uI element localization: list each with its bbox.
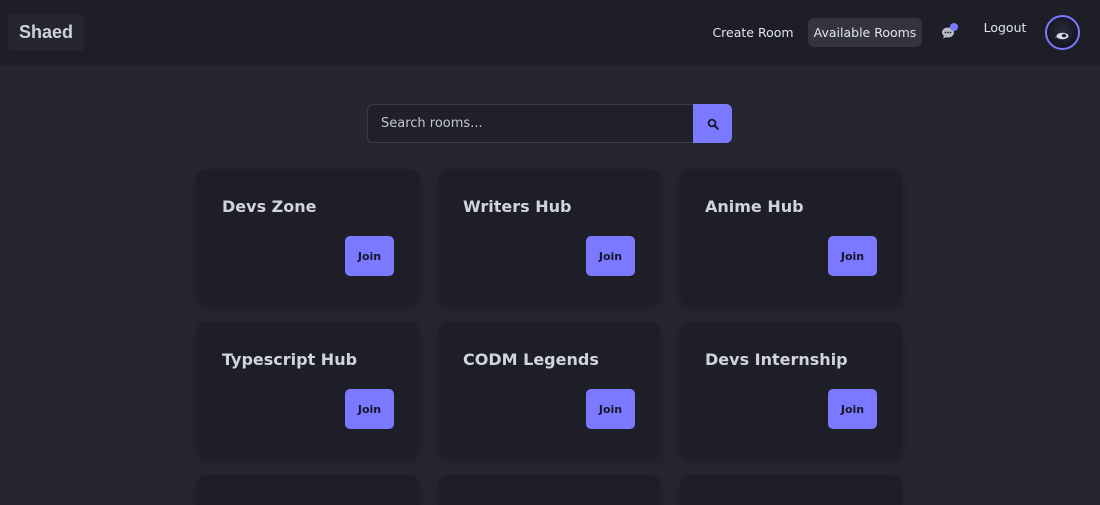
room-name: Anime Hub [705, 197, 804, 216]
room-name: Writers Hub [463, 197, 572, 216]
room-card: Typescript Hub Join [197, 322, 419, 457]
join-button[interactable]: Join [345, 389, 394, 429]
room-card [438, 475, 660, 505]
join-button[interactable]: Join [586, 389, 635, 429]
room-card: CODM Legends Join [438, 322, 660, 457]
room-card: Devs Internship Join [680, 322, 902, 457]
join-button[interactable]: Join [828, 389, 877, 429]
join-button[interactable]: Join [828, 236, 877, 276]
join-button[interactable]: Join [586, 236, 635, 276]
room-card: Writers Hub Join [438, 169, 660, 304]
room-card: Anime Hub Join [680, 169, 902, 304]
room-name: Devs Internship [705, 350, 848, 369]
room-name: Typescript Hub [222, 350, 358, 369]
room-card: Devs Zone Join [197, 169, 419, 304]
room-card [680, 475, 902, 505]
join-button[interactable]: Join [345, 236, 394, 276]
room-name: CODM Legends [463, 350, 599, 369]
room-grid: Devs Zone Join Writers Hub Join Anime Hu… [0, 0, 1100, 505]
room-card [197, 475, 419, 505]
room-name: Devs Zone [222, 197, 317, 216]
